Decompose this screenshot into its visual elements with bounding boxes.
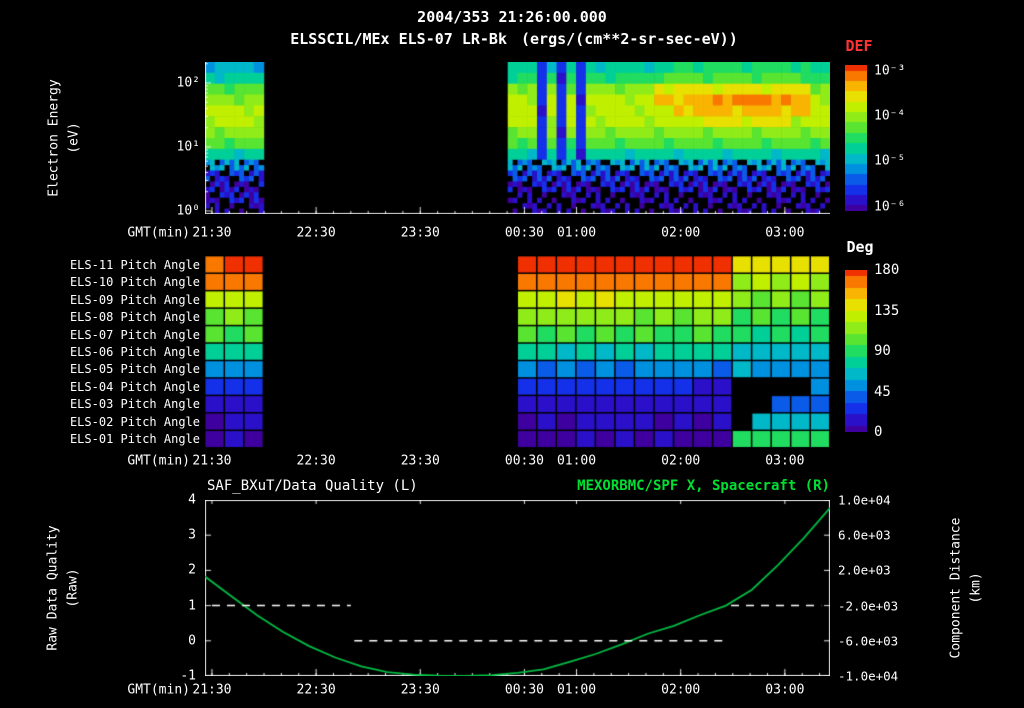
- pitch-row-label: ELS-06 Pitch Angle: [69, 345, 200, 359]
- x-tick-label: 02:00: [661, 453, 701, 469]
- y-tick-label: 10⁰: [176, 203, 200, 219]
- x-tick-label: 21:30: [192, 453, 232, 469]
- y-tick-label: 10²: [176, 75, 200, 91]
- y-tick-label: -2.0e+03: [838, 598, 899, 614]
- left-plot-title: SAF_BXuT/Data Quality (L): [207, 478, 418, 494]
- y-tick-label: 2.0e+03: [838, 562, 891, 578]
- pitch-row-label: ELS-01 Pitch Angle: [69, 432, 200, 447]
- header-datetime: 2004/353 21:26:00.000: [417, 8, 607, 26]
- y-tick-label: 4: [188, 492, 196, 508]
- y-tick-label: 1: [188, 598, 196, 614]
- colorbar-tick-label: 10⁻⁶: [874, 199, 906, 215]
- x-tick-label: 21:30: [192, 225, 232, 241]
- y-axis-label-line: Raw Data Quality: [45, 525, 61, 651]
- units-label: (ergs/(cm**2-sr-sec-eV)): [521, 30, 738, 48]
- colorbar-tick-label: 45: [874, 383, 891, 400]
- x-tick-label: 22:30: [296, 682, 336, 698]
- x-tick-label: 03:00: [765, 453, 805, 469]
- x-tick-label: 03:00: [765, 225, 805, 241]
- y-tick-label: 2: [188, 562, 196, 578]
- pitch-angle-canvas: [205, 256, 830, 448]
- quality-y-axis-label: Raw Data Quality (Raw): [44, 525, 83, 650]
- x-tick-label: 00:30: [504, 682, 545, 698]
- colorbar-tick-label: 10⁻³: [874, 63, 906, 79]
- colorbar-tick-label: 10⁻⁴: [874, 108, 906, 124]
- y-tick-label: -6.0e+03: [838, 633, 899, 649]
- y-axis-label-line: Electron Energy: [46, 79, 62, 197]
- x-tick-label: 03:00: [765, 682, 805, 698]
- x-tick-label: 02:00: [661, 225, 701, 241]
- x-tick-label: 22:30: [296, 225, 336, 241]
- colorbar-tick-label: 180: [874, 262, 900, 278]
- y-tick-label: 6.0e+03: [838, 527, 891, 543]
- quality-position-canvas: [205, 500, 830, 676]
- y-axis-label-line: (km): [968, 572, 983, 604]
- colorbar-tick-label: 135: [874, 302, 900, 319]
- gmt-label-spectrogram: GMT(min): [127, 225, 190, 241]
- x-tick-label: 00:30: [504, 453, 545, 469]
- spectrogram-y-axis-label: Electron Energy (eV): [45, 79, 84, 196]
- y-tick-label: 10¹: [176, 139, 200, 155]
- science-plot-page: 2004/353 21:26:00.000 ELSSCIL/MEx ELS-07…: [0, 0, 1024, 708]
- pitch-row-label: ELS-08 Pitch Angle: [69, 310, 200, 325]
- colorbar-tick-label: 90: [874, 343, 891, 359]
- y-tick-label: 0: [188, 633, 196, 649]
- x-tick-label: 22:30: [296, 453, 336, 469]
- x-tick-label: 01:00: [556, 682, 597, 698]
- y-axis-label-line: (Raw): [65, 568, 80, 608]
- pitch-row-label: ELS-02 Pitch Angle: [69, 414, 200, 429]
- x-tick-label: 23:30: [400, 682, 440, 698]
- x-tick-label: 21:30: [192, 682, 232, 698]
- pitch-row-label: ELS-09 Pitch Angle: [69, 292, 200, 307]
- gmt-label-line: GMT(min): [127, 682, 190, 698]
- x-tick-label: 23:30: [400, 453, 440, 469]
- x-tick-label: 02:00: [661, 682, 701, 698]
- y-tick-label: -1: [180, 668, 196, 684]
- x-tick-label: 01:00: [556, 453, 597, 469]
- x-tick-label: 00:30: [504, 225, 545, 241]
- instrument-label: ELSSCIL/MEx ELS-07 LR-Bk: [290, 30, 507, 48]
- colorbar-tick-label: 0: [874, 424, 883, 440]
- colorbar-tick-label: 10⁻⁵: [874, 153, 906, 169]
- gmt-label-pitch: GMT(min): [127, 453, 190, 469]
- pitch-row-label: ELS-07 Pitch Angle: [69, 327, 200, 342]
- right-plot-title: MEXORBMC/SPF X, Spacecraft (R): [577, 478, 830, 494]
- y-tick-label: -1.0e+04: [838, 668, 899, 684]
- y-axis-label-line: (eV): [66, 122, 81, 154]
- pitch-row-label: ELS-10 Pitch Angle: [69, 275, 200, 290]
- y-axis-label-line: Component Distance: [948, 517, 964, 659]
- deg-colorbar: [845, 270, 867, 432]
- pitch-row-label: ELS-04 Pitch Angle: [69, 379, 200, 394]
- y-tick-label: 1.0e+04: [838, 492, 891, 508]
- pitch-row-label: ELS-05 Pitch Angle: [69, 362, 200, 377]
- distance-y-axis-label: Component Distance (km): [947, 518, 986, 659]
- def-colorbar-title: DEF: [845, 37, 873, 55]
- pitch-row-label: ELS-11 Pitch Angle: [69, 257, 200, 272]
- x-tick-label: 23:30: [400, 225, 440, 241]
- electron-spectrogram-canvas: [205, 62, 830, 214]
- x-tick-label: 01:00: [556, 225, 597, 241]
- pitch-row-label: ELS-03 Pitch Angle: [69, 397, 200, 412]
- y-tick-label: 3: [188, 527, 196, 543]
- def-colorbar: [845, 65, 867, 211]
- deg-colorbar-title: Deg: [846, 238, 874, 256]
- header-title: ELSSCIL/MEx ELS-07 LR-Bk (ergs/(cm**2-sr-…: [290, 30, 738, 48]
